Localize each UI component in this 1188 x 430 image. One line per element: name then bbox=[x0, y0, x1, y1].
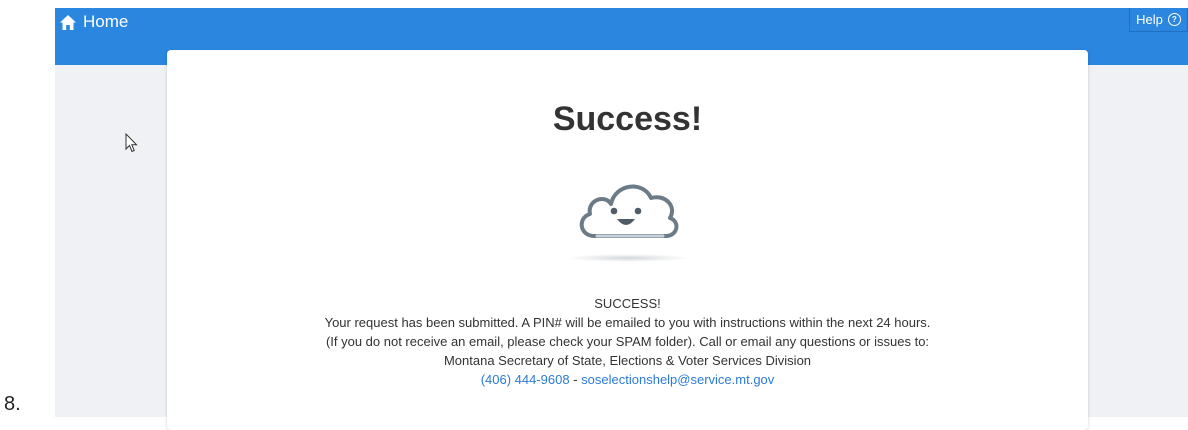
mouse-pointer-icon bbox=[125, 133, 138, 153]
browser-viewport: Home Help ? Success! SUCCESS! Your reque… bbox=[55, 8, 1188, 430]
list-number: 8. bbox=[4, 393, 21, 415]
status-text: SUCCESS! bbox=[594, 296, 661, 311]
phone-link[interactable]: (406) 444-9608 bbox=[481, 372, 570, 387]
contact-line: (406) 444-9608 - soselectionshelp@servic… bbox=[167, 370, 1088, 389]
smiling-cloud-icon bbox=[567, 184, 689, 262]
help-button[interactable]: Help ? bbox=[1129, 8, 1188, 32]
contact-separator: - bbox=[569, 372, 582, 387]
organization-name: Montana Secretary of State, Elections & … bbox=[443, 353, 812, 368]
help-label: Help bbox=[1136, 12, 1163, 27]
question-circle-icon: ? bbox=[1167, 13, 1181, 26]
home-link[interactable]: Home bbox=[59, 11, 128, 33]
home-icon bbox=[60, 14, 76, 30]
success-message: SUCCESS! Your request has been submitted… bbox=[167, 294, 1088, 389]
home-label: Home bbox=[83, 12, 129, 31]
email-link[interactable]: soselectionshelp@service.mt.gov bbox=[581, 372, 774, 387]
success-card: Success! SUCCESS! Your request has been … bbox=[167, 50, 1088, 430]
message-line-1: Your request has been submitted. A PIN# … bbox=[324, 315, 931, 330]
message-line-2: (If you do not receive an email, please … bbox=[325, 334, 930, 349]
page-title: Success! bbox=[552, 100, 703, 138]
